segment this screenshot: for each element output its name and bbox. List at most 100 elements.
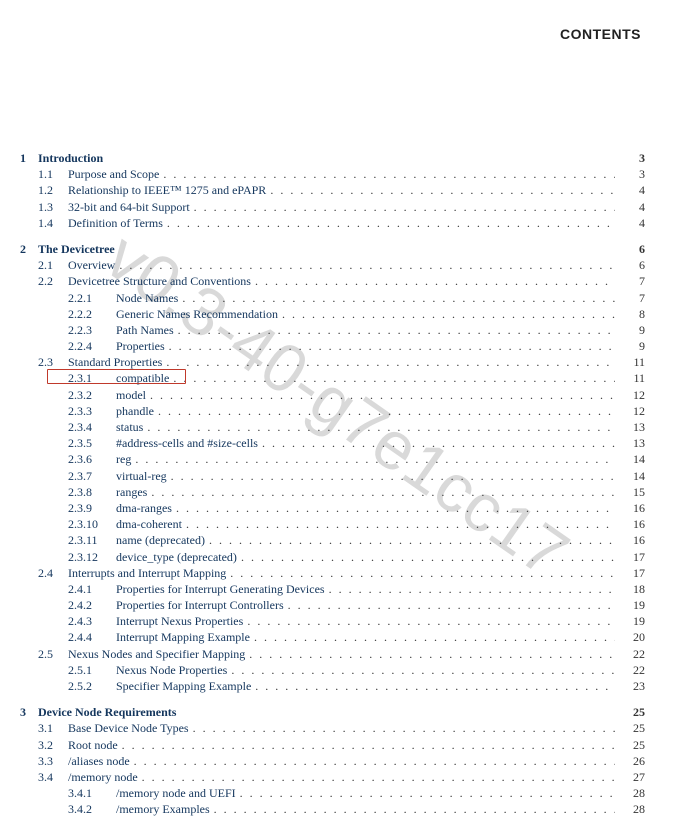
toc-section[interactable]: 2.2Devicetree Structure and Conventions7 [20, 273, 645, 289]
toc-subsection[interactable]: 2.2.2Generic Names Recommendation8 [20, 306, 645, 322]
toc-subsection[interactable]: 2.4.4Interrupt Mapping Example20 [20, 629, 645, 645]
toc-subsection[interactable]: 2.3.9dma-ranges16 [20, 500, 645, 516]
toc-subsection[interactable]: 2.3.10dma-coherent16 [20, 516, 645, 532]
chapter-title: Device Node Requirements [38, 704, 180, 720]
toc-subsection[interactable]: 2.3.1compatible11 [20, 370, 645, 386]
leader-dots [209, 532, 615, 548]
page-number: 13 [615, 435, 645, 451]
toc-subsection[interactable]: 2.4.2Properties for Interrupt Controller… [20, 597, 645, 613]
leader-dots [270, 182, 615, 198]
toc-section[interactable]: 3.3/aliases node26 [20, 753, 645, 769]
subsection-number: 2.3.10 [68, 516, 116, 532]
leader-dots [119, 257, 615, 273]
leader-dots [249, 646, 615, 662]
section-number: 1.1 [38, 166, 68, 182]
leader-dots [178, 322, 615, 338]
subsection-number: 2.3.5 [68, 435, 116, 451]
page-number: 28 [615, 785, 645, 801]
toc-subsection[interactable]: 2.2.1Node Names7 [20, 290, 645, 306]
toc-subsection[interactable]: 2.3.4status13 [20, 419, 645, 435]
subsection-title: device_type (deprecated) [116, 549, 241, 565]
leader-dots [240, 785, 615, 801]
section-title: Interrupts and Interrupt Mapping [68, 565, 230, 581]
subsection-number: 2.3.9 [68, 500, 116, 516]
subsection-number: 2.3.6 [68, 451, 116, 467]
toc-section[interactable]: 3.4/memory node27 [20, 769, 645, 785]
toc-subsection[interactable]: 2.3.6reg14 [20, 451, 645, 467]
leader-dots [255, 678, 615, 694]
page-number: 19 [615, 613, 645, 629]
leader-dots [282, 306, 615, 322]
section-title: Overview [68, 257, 119, 273]
section-title: 32-bit and 64-bit Support [68, 199, 194, 215]
toc-subsection[interactable]: 2.2.3Path Names9 [20, 322, 645, 338]
toc-subsection[interactable]: 2.3.8ranges15 [20, 484, 645, 500]
toc-subsection[interactable]: 2.3.11name (deprecated)16 [20, 532, 645, 548]
section-number: 1.2 [38, 182, 68, 198]
toc-section[interactable]: 3.2Root node25 [20, 737, 645, 753]
subsection-title: Specifier Mapping Example [116, 678, 255, 694]
page-number: 7 [615, 290, 645, 306]
section-number: 3.1 [38, 720, 68, 736]
toc-section[interactable]: 1.4Definition of Terms4 [20, 215, 645, 231]
section-title: Purpose and Scope [68, 166, 163, 182]
toc-section[interactable]: 2.3Standard Properties11 [20, 354, 645, 370]
toc-section[interactable]: 1.1Purpose and Scope3 [20, 166, 645, 182]
page-number: 17 [615, 549, 645, 565]
leader-dots [158, 403, 615, 419]
toc-section[interactable]: 1.2Relationship to IEEE™ 1275 and ePAPR4 [20, 182, 645, 198]
toc-section[interactable]: 1.332-bit and 64-bit Support4 [20, 199, 645, 215]
page-number: 15 [615, 484, 645, 500]
chapter-number: 1 [20, 150, 38, 166]
page-number: 27 [615, 769, 645, 785]
page-number: 4 [615, 215, 645, 231]
toc-subsection[interactable]: 2.4.1Properties for Interrupt Generating… [20, 581, 645, 597]
subsection-number: 2.4.4 [68, 629, 116, 645]
section-title: /memory node [68, 769, 142, 785]
chapter-number: 2 [20, 241, 38, 257]
toc-subsection[interactable]: 2.5.1Nexus Node Properties22 [20, 662, 645, 678]
toc-section[interactable]: 2.1Overview6 [20, 257, 645, 273]
toc-subsection[interactable]: 3.4.1/memory node and UEFI 28 [20, 785, 645, 801]
subsection-number: 3.4.2 [68, 801, 116, 817]
leader-dots [147, 419, 615, 435]
subsection-title: reg [116, 451, 135, 467]
toc-subsection[interactable]: 2.2.4Properties9 [20, 338, 645, 354]
section-title: Relationship to IEEE™ 1275 and ePAPR [68, 182, 270, 198]
toc-subsection[interactable]: 2.3.3phandle12 [20, 403, 645, 419]
toc-section[interactable]: 2.4Interrupts and Interrupt Mapping 17 [20, 565, 645, 581]
subsection-number: 3.4.1 [68, 785, 116, 801]
toc-chapter[interactable]: 2The Devicetree6 [20, 241, 645, 257]
leader-dots [167, 215, 615, 231]
page-number: 13 [615, 419, 645, 435]
section-number: 1.3 [38, 199, 68, 215]
page-number: 25 [615, 720, 645, 736]
leader-dots [214, 801, 615, 817]
page-number: 17 [615, 565, 645, 581]
section-number: 3.2 [38, 737, 68, 753]
subsection-number: 2.3.2 [68, 387, 116, 403]
toc-subsection[interactable]: 3.4.2/memory Examples28 [20, 801, 645, 817]
subsection-number: 2.3.11 [68, 532, 116, 548]
toc-section[interactable]: 2.5Nexus Nodes and Specifier Mapping22 [20, 646, 645, 662]
subsection-title: #address-cells and #size-cells [116, 435, 262, 451]
toc-subsection[interactable]: 2.5.2Specifier Mapping Example23 [20, 678, 645, 694]
page-number: 22 [615, 646, 645, 662]
toc-subsection[interactable]: 2.4.3Interrupt Nexus Properties19 [20, 613, 645, 629]
toc-section[interactable]: 3.1Base Device Node Types25 [20, 720, 645, 736]
toc-subsection[interactable]: 2.3.12device_type (deprecated)17 [20, 549, 645, 565]
subsection-number: 2.3.4 [68, 419, 116, 435]
leader-dots [171, 468, 615, 484]
section-number: 2.4 [38, 565, 68, 581]
subsection-number: 2.2.2 [68, 306, 116, 322]
toc-subsection[interactable]: 2.3.7virtual-reg14 [20, 468, 645, 484]
toc-chapter[interactable]: 1Introduction3 [20, 150, 645, 166]
section-title: Standard Properties [68, 354, 166, 370]
subsection-title: /memory node and UEFI [116, 785, 240, 801]
toc-subsection[interactable]: 2.3.5#address-cells and #size-cells 13 [20, 435, 645, 451]
toc-chapter[interactable]: 3Device Node Requirements25 [20, 704, 645, 720]
leader-dots [262, 435, 615, 451]
leader-dots [169, 338, 615, 354]
toc-subsection[interactable]: 2.3.2model12 [20, 387, 645, 403]
leader-dots [255, 273, 615, 289]
